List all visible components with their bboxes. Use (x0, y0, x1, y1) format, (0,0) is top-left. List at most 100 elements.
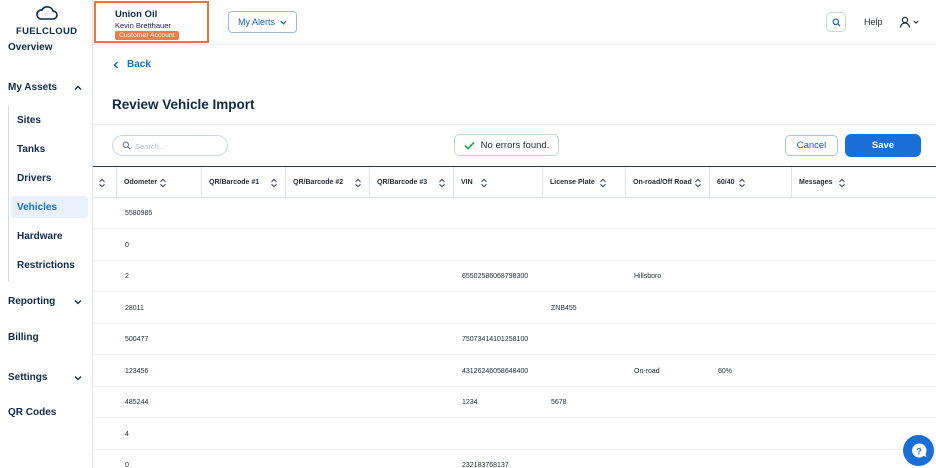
help-link[interactable]: Help (864, 17, 883, 27)
sort-icon[interactable] (838, 178, 846, 188)
cell-license-plate: 5678 (551, 399, 567, 406)
cell-odometer: 123456 (125, 367, 149, 375)
table-row[interactable]: 4 (93, 419, 936, 450)
user-menu[interactable] (899, 14, 923, 30)
sidebar-item-my-assets[interactable]: My Assets (8, 82, 57, 93)
fuelcloud-logo[interactable]: FUELCLOUD (16, 6, 77, 38)
back-label: Back (127, 59, 151, 70)
table-row[interactable]: 123456 43126246058648400 On-road 60% (93, 356, 936, 387)
cell-vin: 232183768137 (462, 462, 509, 468)
sidebar-item-overview[interactable]: Overview (8, 42, 52, 53)
save-button[interactable]: Save (845, 134, 921, 157)
column-label: Messages (799, 178, 833, 186)
sidebar-item-tanks[interactable]: Tanks (17, 144, 45, 155)
sort-icon[interactable] (354, 178, 362, 188)
sidebar: FUELCLOUD Overview My Assets Sites Tanks… (0, 0, 93, 468)
help-chat-icon: ? (911, 442, 926, 457)
table-row[interactable]: 5580985 (93, 198, 936, 229)
cell-odometer: 2 (125, 273, 129, 280)
column-header-messages[interactable]: Messages (792, 167, 936, 198)
sidebar-item-sites[interactable]: Sites (17, 115, 41, 126)
cell-odometer: 485244 (125, 399, 149, 406)
cloud-icon (36, 6, 58, 20)
column-header-qr-barcode-3[interactable]: QR/Barcode #3 (370, 167, 454, 198)
cell-vin: 1234 (462, 399, 478, 406)
column-header-qr-barcode-1[interactable]: QR/Barcode #1 (202, 167, 286, 198)
validation-status-text: No errors found. (480, 139, 550, 151)
sort-icon[interactable] (480, 178, 488, 188)
account-switcher[interactable]: Union Oil Kevin Bretthauer Customer Acco… (94, 1, 209, 43)
chevron-left-icon (113, 60, 119, 69)
chevron-down-icon[interactable] (74, 374, 82, 382)
chevron-down-icon[interactable] (74, 298, 82, 306)
chat-support-button[interactable]: ? (903, 435, 934, 466)
checkmark-icon (464, 141, 475, 150)
column-header-sixty-forty[interactable]: 60/40 (710, 167, 792, 198)
column-label: Odometer (124, 178, 158, 186)
sort-icon[interactable] (270, 178, 278, 188)
column-label: On-road/Off Road (633, 178, 692, 186)
search-input[interactable] (135, 139, 223, 153)
column-label: QR/Barcode #2 (293, 178, 344, 186)
my-alerts-button[interactable]: My Alerts (228, 11, 297, 33)
table-header: Odometer QR/Barcode #1 QR/Barcode #2 QR/Bar… (93, 167, 936, 198)
table-row[interactable]: 0 232183768137 (93, 450, 936, 468)
cell-vin: 75073414101258100 (462, 336, 529, 343)
column-header-license-plate[interactable]: License Plate (543, 167, 626, 198)
my-alerts-label: My Alerts (237, 17, 275, 27)
sort-icon[interactable] (98, 178, 106, 188)
sidebar-item-qr-codes[interactable]: QR Codes (8, 407, 56, 418)
table-row[interactable]: 500477 75073414101258100 (93, 324, 936, 355)
account-company: Union Oil (115, 9, 158, 20)
sort-icon[interactable] (738, 178, 746, 188)
table-row[interactable]: 485244 1234 5678 (93, 387, 936, 418)
user-icon (899, 16, 911, 28)
cancel-button[interactable]: Cancel (785, 135, 838, 156)
chevron-up-icon[interactable] (74, 84, 82, 92)
cell-vin: 43126246058648400 (462, 367, 529, 375)
sidebar-item-settings[interactable]: Settings (8, 372, 47, 383)
cell-odometer: 0 (125, 462, 129, 468)
cell-odometer: 500477 (125, 336, 149, 343)
column-label: VIN (461, 178, 473, 186)
validation-status: No errors found. (454, 134, 559, 156)
cell-odometer: 0 (125, 241, 129, 249)
cell-on-road-off-road: Hillsboro (634, 273, 662, 280)
sort-icon[interactable] (694, 178, 702, 188)
header-divider (94, 44, 936, 45)
column-header-vin[interactable]: VIN (454, 167, 543, 198)
cell-odometer: 5580985 (125, 210, 153, 217)
sort-icon[interactable] (599, 178, 607, 188)
table-row[interactable]: 2 65502586068798300 Hillsboro (93, 261, 936, 292)
cell-odometer: 28011 (125, 304, 144, 312)
sidebar-item-vehicles[interactable]: Vehicles (17, 202, 57, 213)
table-search[interactable] (112, 135, 228, 156)
page-title: Review Vehicle Import (112, 97, 255, 112)
column-header-select[interactable] (93, 167, 117, 198)
column-header-on-road-off-road[interactable]: On-road/Off Road (626, 167, 710, 198)
sidebar-item-drivers[interactable]: Drivers (17, 173, 51, 184)
table-row[interactable]: 0 (93, 230, 936, 261)
search-icon (831, 17, 841, 27)
cell-vin: 65502586068798300 (462, 273, 529, 280)
sidebar-item-restrictions[interactable]: Restrictions (17, 260, 75, 271)
chevron-down-icon (280, 20, 287, 25)
sidebar-item-hardware[interactable]: Hardware (17, 231, 63, 242)
sort-icon[interactable] (159, 178, 167, 188)
column-header-qr-barcode-2[interactable]: QR/Barcode #2 (286, 167, 370, 198)
column-header-odometer[interactable]: Odometer (117, 167, 202, 198)
sidebar-item-billing[interactable]: Billing (8, 332, 39, 343)
cell-license-plate: ZNB455 (551, 304, 577, 312)
chevron-down-icon (913, 20, 919, 24)
account-user: Kevin Bretthauer (115, 21, 171, 30)
column-label: QR/Barcode #1 (209, 178, 260, 186)
global-search-button[interactable] (826, 12, 846, 32)
back-link[interactable]: Back (113, 59, 151, 70)
sidebar-item-reporting[interactable]: Reporting (8, 296, 55, 307)
column-label: 60/40 (717, 178, 735, 186)
title-divider (93, 124, 936, 125)
table-row[interactable]: 28011 ZNB455 (93, 293, 936, 324)
submenu-divider (8, 106, 9, 282)
sort-icon[interactable] (438, 178, 446, 188)
cell-odometer: 4 (125, 430, 129, 438)
